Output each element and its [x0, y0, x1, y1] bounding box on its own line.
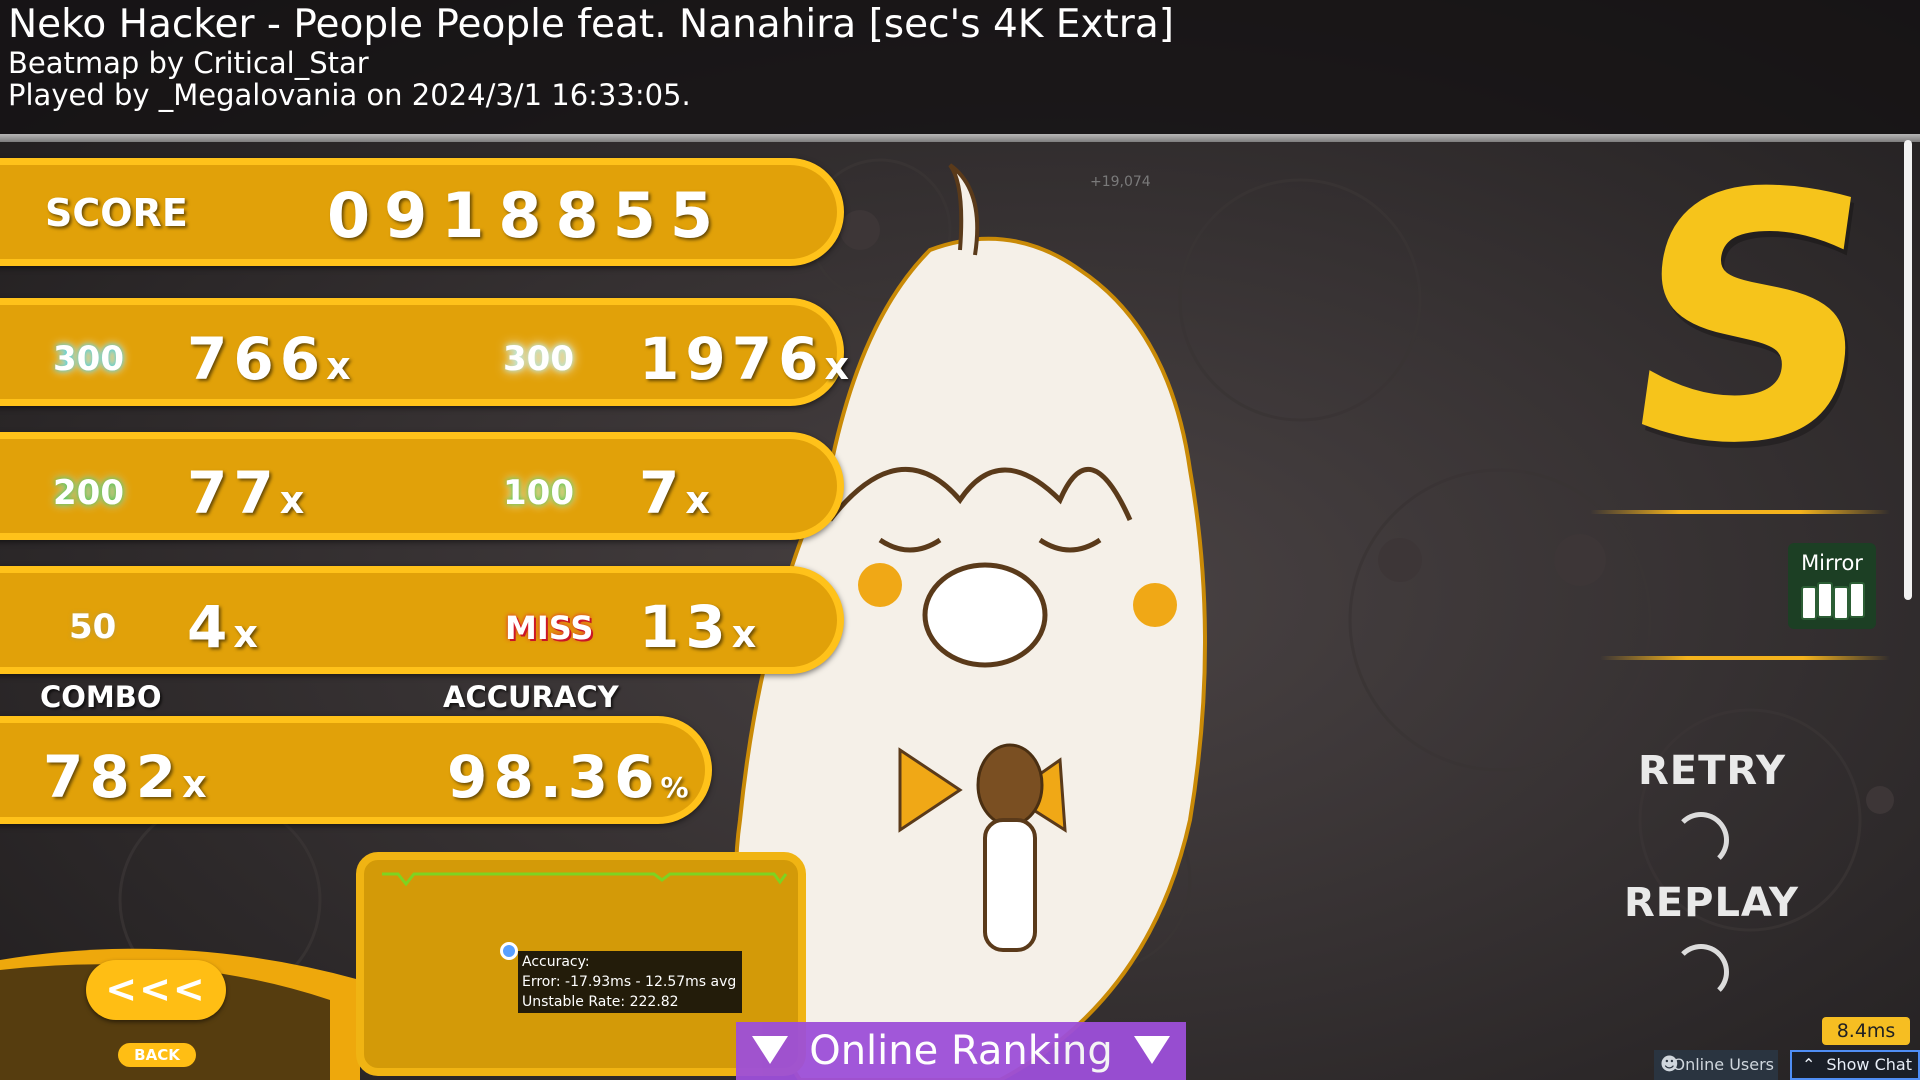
online-users-label: Online Users	[1672, 1055, 1775, 1074]
judgement-miss-icon: MISS	[505, 609, 594, 647]
hits-row-300: 300 766x 300 1976x	[0, 298, 849, 406]
count-300: 1976x	[639, 325, 849, 393]
mod-mirror: Mirror	[1788, 543, 1876, 629]
header-divider	[0, 134, 1920, 142]
show-chat-button[interactable]: ⌃ Show Chat	[1790, 1050, 1920, 1080]
online-users-button[interactable]: ☻ Online Users	[1654, 1050, 1778, 1080]
count-200-value: 77	[187, 459, 280, 527]
graph-line	[382, 872, 788, 887]
triangle-down-icon	[752, 1036, 788, 1064]
score-gain: +19,074	[1090, 174, 1151, 190]
accuracy-value: 98.36%	[447, 743, 689, 811]
accuracy-label: ACCURACY	[443, 680, 619, 714]
count-100: 7x	[639, 459, 710, 527]
accuracy-number: 98.36	[447, 743, 661, 811]
back-label[interactable]: BACK	[118, 1043, 196, 1067]
count-100-value: 7	[639, 459, 686, 527]
count-miss: 13x	[639, 593, 756, 661]
combo-accuracy-panel: 782x 98.36%	[0, 716, 712, 824]
count-suffix: x	[326, 344, 351, 388]
count-50: 4x	[187, 593, 258, 661]
judgement-300-max-icon: 300	[53, 339, 124, 379]
score-panel: SCORE 0918855	[0, 158, 844, 266]
judgement-200-icon: 200	[53, 473, 124, 513]
combo-label: COMBO	[40, 680, 162, 714]
piano-keys-icon	[1801, 582, 1865, 620]
count-suffix: x	[731, 612, 757, 656]
online-ranking-button[interactable]: Online Ranking	[736, 1022, 1186, 1080]
combo-suffix: x	[182, 762, 207, 806]
combo-value: 782x	[43, 743, 207, 811]
judgement-100-icon: 100	[503, 473, 574, 513]
score-value: 0918855	[327, 179, 727, 252]
hits-row-50-miss: 50 4x MISS 13x	[0, 566, 844, 674]
count-suffix: x	[233, 612, 258, 656]
combo-number: 782	[43, 743, 183, 811]
tooltip-line-1: Accuracy:	[522, 954, 590, 970]
count-suffix: x	[279, 478, 305, 522]
judgement-50-icon: 50	[69, 607, 117, 647]
show-chat-label: Show Chat	[1826, 1055, 1912, 1074]
replay-loading-icon	[1673, 944, 1729, 1000]
count-300-max: 766x	[187, 325, 351, 393]
score-label: SCORE	[45, 191, 188, 235]
triangle-down-icon	[1134, 1036, 1170, 1064]
count-suffix: x	[824, 344, 849, 388]
count-miss-value: 13	[639, 593, 732, 661]
graph-cursor-dot	[500, 942, 518, 960]
back-button[interactable]: <<<	[86, 960, 226, 1020]
judgement-300-icon: 300	[503, 339, 574, 379]
beatmap-creator: Beatmap by Critical_Star	[8, 46, 369, 80]
count-300-max-value: 766	[187, 325, 327, 393]
accuracy-suffix: %	[660, 771, 689, 804]
retry-loading-icon	[1673, 812, 1729, 868]
beatmap-title: Neko Hacker - People People feat. Nanahi…	[8, 2, 1174, 47]
scrollbar[interactable]	[1904, 140, 1912, 600]
retry-button[interactable]: RETRY	[1638, 748, 1786, 794]
grade-letter: S	[1602, 122, 1903, 518]
grade-divider-bottom	[1600, 656, 1890, 660]
mod-name: Mirror	[1801, 551, 1863, 575]
played-by-info: Played by _Megalovania on 2024/3/1 16:33…	[8, 78, 691, 112]
hits-row-200-100: 200 77x 100 7x	[0, 432, 844, 540]
count-suffix: x	[685, 478, 710, 522]
accuracy-tooltip: Accuracy: Error: -17.93ms - 12.57ms avg …	[518, 951, 742, 1013]
online-ranking-label: Online Ranking	[809, 1028, 1113, 1074]
replay-button[interactable]: REPLAY	[1624, 880, 1799, 926]
grade-divider-top	[1590, 510, 1890, 514]
tooltip-line-3: Unstable Rate: 222.82	[522, 994, 679, 1010]
frame-time-badge: 8.4ms	[1822, 1017, 1910, 1045]
chevron-up-icon: ⌃	[1802, 1055, 1816, 1074]
users-icon: ☻	[1660, 1054, 1679, 1075]
count-50-value: 4	[187, 593, 234, 661]
tooltip-line-2: Error: -17.93ms - 12.57ms avg	[522, 974, 737, 990]
count-200: 77x	[187, 459, 304, 527]
count-300-value: 1976	[639, 325, 825, 393]
